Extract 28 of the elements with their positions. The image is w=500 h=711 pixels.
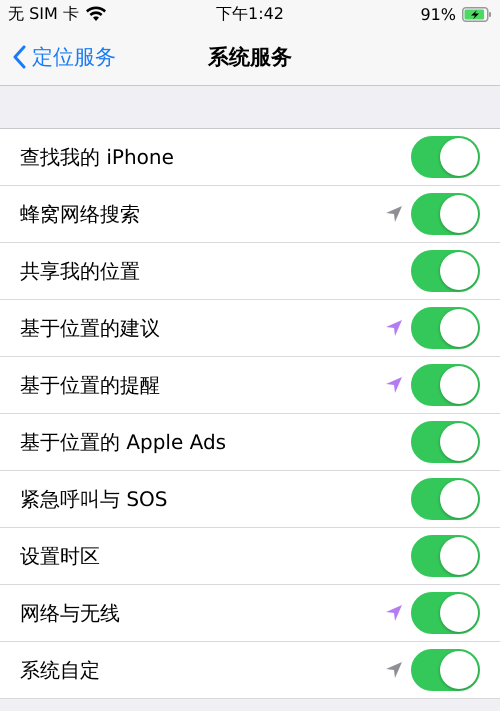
setting-label: 基于位置的提醒	[20, 372, 161, 398]
toggle-switch[interactable]	[411, 136, 480, 178]
toggle-switch[interactable]	[411, 592, 480, 634]
page-title: 系统服务	[208, 44, 292, 70]
setting-label: 共享我的位置	[20, 258, 141, 284]
battery-charging-icon	[462, 6, 492, 22]
status-time: 下午1:42	[216, 4, 284, 24]
setting-label: 系统自定	[20, 656, 101, 684]
back-chevron-icon	[12, 44, 26, 68]
setting-label: 蜂窝网络搜索	[20, 200, 141, 228]
toggle-switch[interactable]	[411, 535, 480, 577]
toggle-switch[interactable]	[411, 649, 480, 691]
back-button[interactable]: 定位服务	[0, 42, 116, 70]
carrier-text: 无 SIM 卡	[8, 4, 79, 24]
setting-label: 基于位置的建议	[20, 314, 161, 342]
toggle-switch[interactable]	[411, 421, 480, 463]
toggle-switch[interactable]	[411, 250, 480, 292]
toggle-switch[interactable]	[411, 478, 480, 520]
setting-label: 基于位置的 Apple Ads	[20, 428, 228, 456]
setting-label: 网络与无线	[20, 600, 121, 626]
setting-label: 设置时区	[20, 542, 101, 570]
toggle-switch[interactable]	[411, 193, 480, 235]
setting-label: 查找我的 iPhone	[20, 144, 175, 170]
wifi-icon	[84, 6, 107, 22]
toggle-switch[interactable]	[411, 364, 480, 406]
setting-label: 紧急呼叫与 SOS	[20, 486, 168, 512]
battery-percent: 91%	[420, 4, 456, 24]
toggle-switch[interactable]	[411, 307, 480, 349]
